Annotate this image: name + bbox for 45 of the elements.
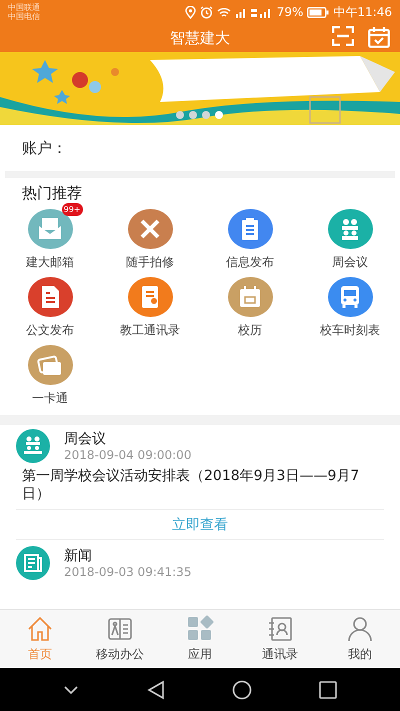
mail-icon (37, 216, 63, 242)
recent-apps-icon[interactable] (318, 680, 337, 698)
app-title: 智慧建大 (170, 28, 230, 48)
home-icon (26, 615, 54, 643)
app-shortcut[interactable]: 信息发布 (200, 209, 300, 271)
alarm-icon (200, 6, 213, 18)
location-icon (184, 6, 196, 18)
feed-title: 周会议 (64, 430, 107, 448)
app-shortcut[interactable]: 一卡通 (0, 345, 100, 407)
battery-percent: 79% (276, 5, 304, 19)
nav-tab[interactable]: 移动办公 (80, 610, 160, 668)
clock-time: 中午11:46 (333, 4, 392, 20)
office-icon (106, 615, 134, 643)
wifi-icon (216, 6, 231, 18)
apps-icon (186, 615, 214, 643)
carrier-name: 中国电信 (8, 12, 40, 21)
signal-icon (250, 6, 273, 18)
nav-tab[interactable]: 通讯录 (240, 610, 320, 668)
back-icon[interactable] (146, 680, 166, 700)
nav-tab[interactable]: 我的 (320, 610, 400, 668)
calendar-check-icon[interactable] (368, 26, 390, 48)
feed-title: 新闻 (64, 547, 93, 565)
nav-tab[interactable]: 应用 (160, 610, 240, 668)
app-shortcut[interactable]: 周会议 (300, 209, 400, 271)
app-shortcut[interactable]: 教工通讯录 (100, 277, 200, 339)
app-shortcut[interactable]: 随手拍修 (100, 209, 200, 271)
feed-icon (16, 429, 50, 463)
calendar-icon (237, 284, 263, 310)
feed-text: 第一周学校会议活动安排表（2018年9月3日——9月7日） (21, 467, 360, 503)
scan-icon[interactable] (332, 26, 354, 46)
battery-icon (307, 6, 330, 18)
feed-time: 2018-09-04 09:00:00 (64, 448, 192, 462)
carrier-name: 中国联通 (8, 3, 40, 12)
signal-icon (234, 6, 247, 18)
chevron-down-icon[interactable] (63, 684, 80, 694)
person-icon (346, 615, 374, 643)
account-label: 账户： (22, 138, 67, 158)
feed-time: 2018-09-03 09:41:35 (64, 565, 192, 579)
app-shortcut[interactable]: 公文发布 (0, 277, 100, 339)
unread-badge: 99+ (62, 203, 82, 216)
home-circle-icon[interactable] (232, 680, 252, 700)
app-shortcut[interactable]: 校车时刻表 (300, 277, 400, 339)
feed-icon (16, 546, 50, 580)
app-shortcut[interactable]: 校历 (200, 277, 300, 339)
section-title: 热门推荐 (21, 184, 83, 203)
